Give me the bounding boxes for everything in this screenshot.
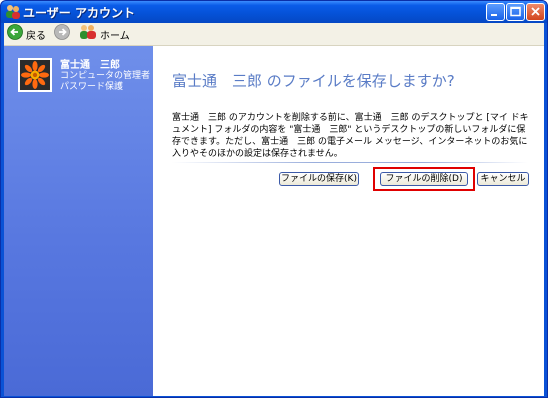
forward-arrow-icon <box>54 24 70 44</box>
users-home-icon <box>79 24 97 44</box>
maximize-button[interactable] <box>506 3 525 21</box>
home-label: ホーム <box>100 30 130 42</box>
title-bar[interactable]: ユーザー アカウント <box>1 1 547 23</box>
user-avatar <box>18 58 52 92</box>
keep-files-button[interactable]: ファイルの保存(K) <box>279 172 359 186</box>
navigation-toolbar: 戻る ホーム <box>4 23 544 46</box>
window-client-area: 戻る ホーム 富士通 三郎 コンピュータの管理者 パスワード保護 富士通 三郎 … <box>4 23 544 396</box>
user-accounts-icon <box>5 4 21 20</box>
password-status: パスワード保護 <box>60 82 124 92</box>
home-button[interactable]: ホーム <box>79 25 130 43</box>
minimize-button[interactable] <box>486 3 505 21</box>
flower-picture-icon <box>20 60 50 90</box>
delete-files-button[interactable]: ファイルの削除(D) <box>380 172 468 186</box>
page-title: 富士通 三郎 のファイルを保存しますか? <box>172 72 455 90</box>
user-accounts-window: ユーザー アカウント 戻る ホーム 富士通 三郎 コンピュータの管理者 パスワー… <box>0 0 548 398</box>
back-arrow-icon <box>7 24 23 44</box>
window-title: ユーザー アカウント <box>23 6 135 20</box>
back-button[interactable]: 戻る <box>7 24 46 44</box>
back-label: 戻る <box>26 30 46 42</box>
divider <box>172 162 528 163</box>
main-pane: 富士通 三郎 のファイルを保存しますか? 富士通 三郎 のアカウントを削除する前… <box>153 46 544 396</box>
user-info-pane: 富士通 三郎 コンピュータの管理者 パスワード保護 <box>4 46 153 396</box>
cancel-button[interactable]: キャンセル <box>477 172 529 186</box>
close-button[interactable] <box>526 3 545 21</box>
forward-button[interactable] <box>54 24 70 44</box>
description-text: 富士通 三郎 のアカウントを削除する前に、富士通 三郎 のデスクトップと [マイ… <box>172 113 529 159</box>
